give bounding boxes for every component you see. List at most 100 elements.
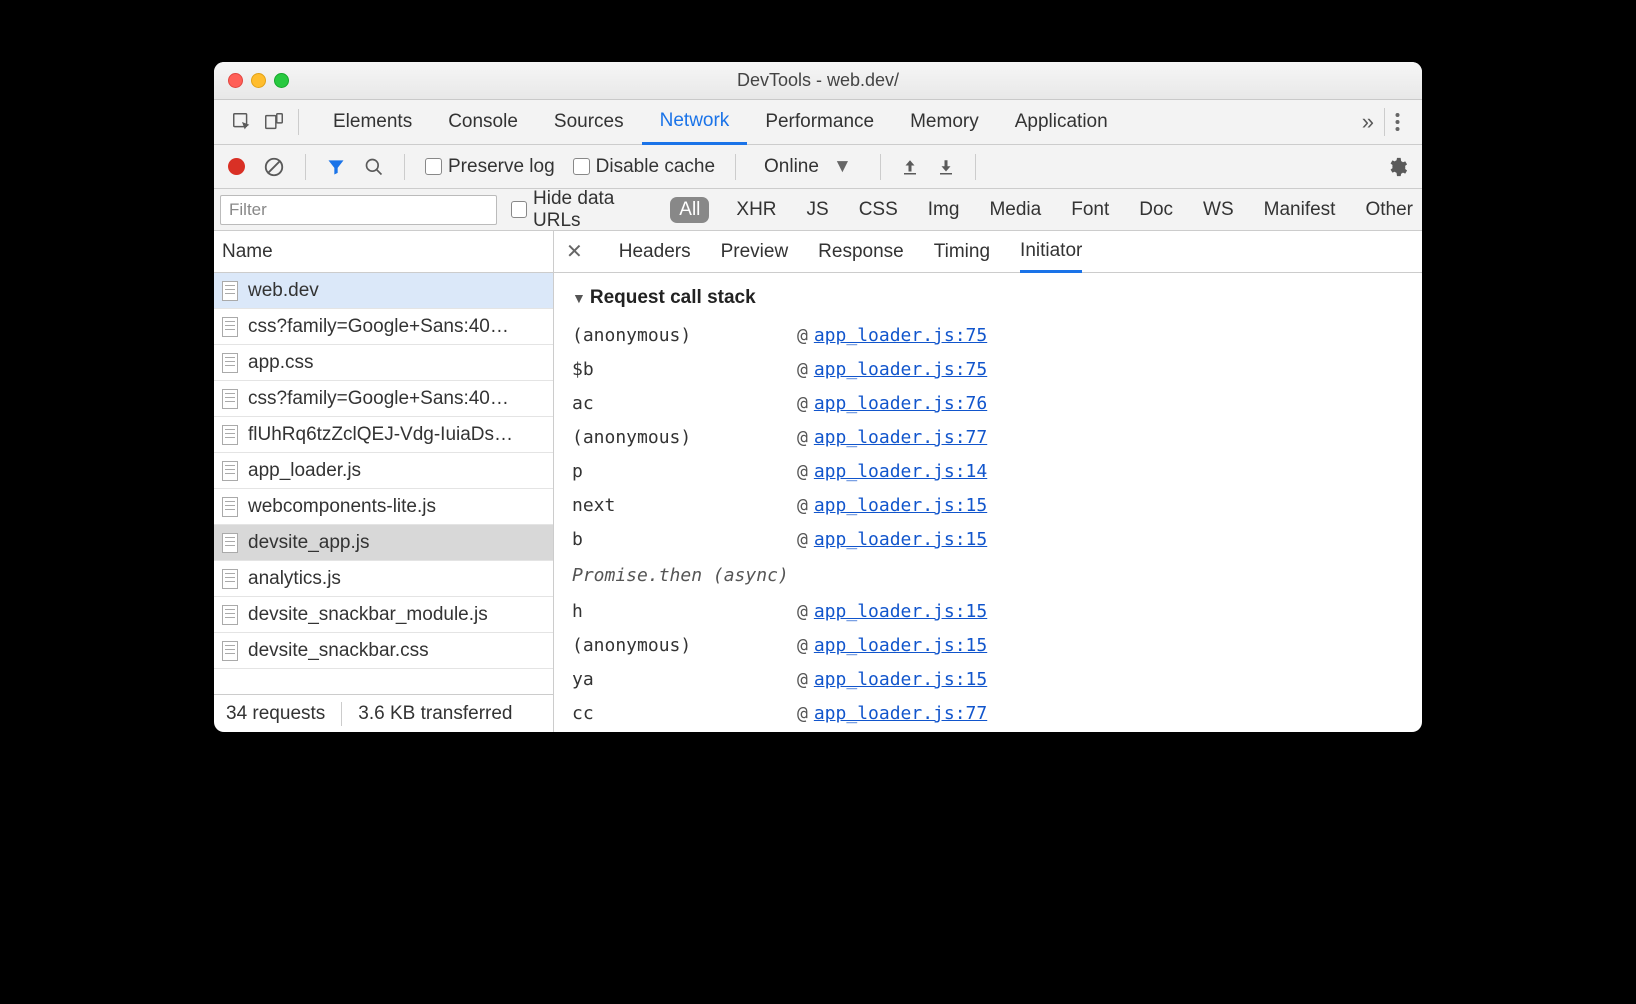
initiator-body: ▼ Request call stack (anonymous)@app_loa… — [554, 273, 1422, 732]
status-transferred: 3.6 KB transferred — [358, 703, 512, 725]
search-icon[interactable] — [364, 157, 384, 177]
source-link[interactable]: app_loader.js:15 — [814, 595, 987, 629]
fn-name: (anonymous) — [572, 319, 797, 353]
source-link[interactable]: app_loader.js:14 — [814, 455, 987, 489]
request-row[interactable]: devsite_snackbar_module.js — [214, 597, 553, 633]
hide-data-urls-checkbox[interactable]: Hide data URLs — [511, 188, 660, 232]
filter-icon[interactable] — [326, 157, 346, 177]
upload-icon[interactable] — [901, 158, 919, 176]
tab-network[interactable]: Network — [642, 100, 748, 145]
type-img[interactable]: Img — [919, 197, 969, 223]
at-sign: @ — [797, 421, 808, 455]
type-media[interactable]: Media — [980, 197, 1050, 223]
fn-name: ya — [572, 663, 797, 697]
request-name: flUhRq6tzZclQEJ-Vdg-IuiaDs… — [248, 424, 513, 446]
clear-icon[interactable] — [263, 156, 285, 178]
tab-preview[interactable]: Preview — [721, 231, 789, 273]
request-row[interactable]: webcomponents-lite.js — [214, 489, 553, 525]
download-icon[interactable] — [937, 158, 955, 176]
status-requests: 34 requests — [226, 703, 325, 725]
content-area: Name web.dev css?family=Google+Sans:40… … — [214, 231, 1422, 732]
network-toolbar: Preserve log Disable cache Online ▼ — [214, 145, 1422, 189]
kebab-menu-icon[interactable] — [1384, 108, 1410, 136]
tab-initiator[interactable]: Initiator — [1020, 231, 1082, 273]
tab-console[interactable]: Console — [430, 100, 536, 145]
request-row[interactable]: devsite_snackbar.css — [214, 633, 553, 669]
type-ws[interactable]: WS — [1194, 197, 1243, 223]
at-sign: @ — [797, 319, 808, 353]
type-doc[interactable]: Doc — [1130, 197, 1182, 223]
source-link[interactable]: app_loader.js:77 — [814, 697, 987, 731]
type-manifest[interactable]: Manifest — [1255, 197, 1345, 223]
tab-sources[interactable]: Sources — [536, 100, 642, 145]
fn-name: next — [572, 489, 797, 523]
record-button[interactable] — [228, 158, 245, 175]
divider — [975, 154, 976, 180]
device-toolbar-icon[interactable] — [258, 106, 290, 138]
source-link[interactable]: app_loader.js:75 — [814, 319, 987, 353]
source-link[interactable]: app_loader.js:75 — [814, 353, 987, 387]
fn-name: p — [572, 455, 797, 489]
type-all[interactable]: All — [670, 197, 709, 223]
source-link[interactable]: app_loader.js:15 — [814, 489, 987, 523]
disable-cache-checkbox[interactable]: Disable cache — [573, 156, 715, 178]
type-font[interactable]: Font — [1062, 197, 1118, 223]
request-row[interactable]: web.dev — [214, 273, 553, 309]
request-name: app_loader.js — [248, 460, 361, 482]
filter-input[interactable]: Filter — [220, 195, 497, 225]
request-row[interactable]: app.css — [214, 345, 553, 381]
file-icon — [222, 353, 238, 373]
source-link[interactable]: app_loader.js:15 — [814, 663, 987, 697]
fn-name: ac — [572, 387, 797, 421]
devtools-window: DevTools - web.dev/ Elements Console Sou… — [214, 62, 1422, 732]
request-row[interactable]: css?family=Google+Sans:40… — [214, 309, 553, 345]
tab-response[interactable]: Response — [818, 231, 904, 273]
chevron-down-icon: ▼ — [833, 156, 852, 178]
tab-headers[interactable]: Headers — [619, 231, 691, 273]
stack-frame: next@app_loader.js:15 — [572, 489, 1404, 523]
type-xhr[interactable]: XHR — [727, 197, 785, 223]
request-row[interactable]: css?family=Google+Sans:40… — [214, 381, 553, 417]
disclosure-triangle-icon: ▼ — [572, 290, 586, 306]
inspect-element-icon[interactable] — [226, 106, 258, 138]
settings-gear-icon[interactable] — [1386, 156, 1408, 178]
source-link[interactable]: app_loader.js:15 — [814, 523, 987, 557]
tab-memory[interactable]: Memory — [892, 100, 997, 145]
at-sign: @ — [797, 663, 808, 697]
callstack-header[interactable]: ▼ Request call stack — [572, 287, 1404, 309]
preserve-log-checkbox[interactable]: Preserve log — [425, 156, 555, 178]
close-panel-icon[interactable]: ✕ — [566, 239, 583, 264]
tab-performance[interactable]: Performance — [747, 100, 892, 145]
tab-application[interactable]: Application — [997, 100, 1126, 145]
file-icon — [222, 605, 238, 625]
window-title: DevTools - web.dev/ — [214, 70, 1422, 91]
hide-data-urls-label: Hide data URLs — [533, 188, 660, 232]
request-row[interactable]: analytics.js — [214, 561, 553, 597]
type-css[interactable]: CSS — [850, 197, 907, 223]
tab-timing[interactable]: Timing — [934, 231, 990, 273]
divider — [735, 154, 736, 180]
source-link[interactable]: app_loader.js:15 — [814, 629, 987, 663]
request-name: devsite_app.js — [248, 532, 369, 554]
source-link[interactable]: app_loader.js:77 — [814, 421, 987, 455]
checkbox-icon — [425, 158, 442, 175]
tab-elements[interactable]: Elements — [315, 100, 430, 145]
file-icon — [222, 641, 238, 661]
filter-bar: Filter Hide data URLs All XHR JS CSS Img… — [214, 189, 1422, 231]
tabs-overflow-icon[interactable]: » — [1352, 109, 1384, 135]
at-sign: @ — [797, 595, 808, 629]
throttling-select[interactable]: Online ▼ — [756, 156, 860, 178]
at-sign: @ — [797, 697, 808, 731]
request-name: webcomponents-lite.js — [248, 496, 436, 518]
divider — [404, 154, 405, 180]
request-row[interactable]: flUhRq6tzZclQEJ-Vdg-IuiaDs… — [214, 417, 553, 453]
type-js[interactable]: JS — [798, 197, 838, 223]
source-link[interactable]: app_loader.js:76 — [814, 387, 987, 421]
type-other[interactable]: Other — [1356, 197, 1422, 223]
request-name: app.css — [248, 352, 313, 374]
stack-frame: ac@app_loader.js:76 — [572, 387, 1404, 421]
request-row[interactable]: app_loader.js — [214, 453, 553, 489]
at-sign: @ — [797, 489, 808, 523]
name-column-header[interactable]: Name — [214, 231, 553, 273]
request-row[interactable]: devsite_app.js — [214, 525, 553, 561]
